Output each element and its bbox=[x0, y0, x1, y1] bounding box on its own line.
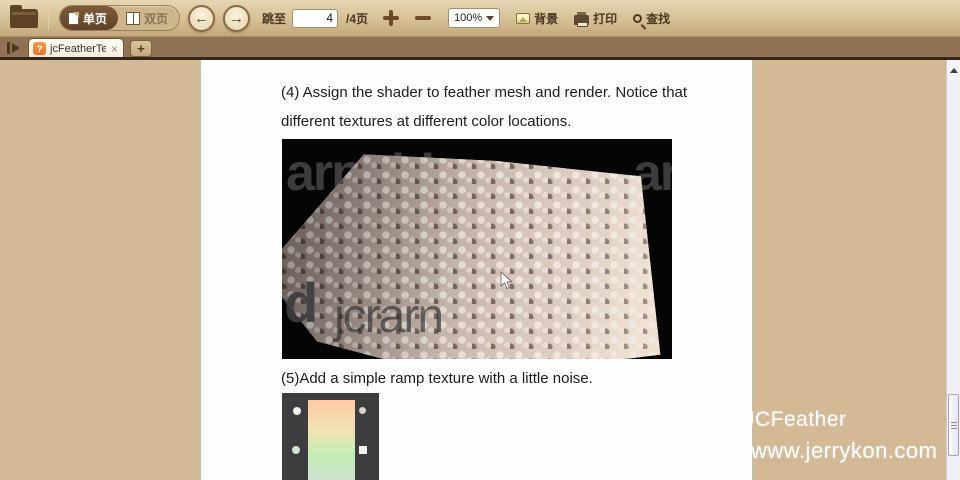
toolbar: 单页 双页 ← → 跳至 /4页 100% 背景 打印 bbox=[0, 0, 960, 37]
pdf-reader-window: 单页 双页 ← → 跳至 /4页 100% 背景 打印 bbox=[0, 0, 960, 480]
print-button[interactable]: 打印 bbox=[574, 10, 617, 27]
print-label: 打印 bbox=[593, 11, 618, 26]
arnold-watermark: d bbox=[284, 271, 318, 334]
find-button[interactable]: 查找 bbox=[633, 10, 670, 27]
arrow-left-icon: ← bbox=[194, 9, 210, 27]
scroll-up-button[interactable] bbox=[947, 60, 960, 74]
zoom-in-button[interactable] bbox=[382, 9, 400, 27]
step4-line2: different textures at different color lo… bbox=[281, 113, 572, 130]
ramp-texture-widget bbox=[282, 393, 379, 480]
double-page-label: 双页 bbox=[144, 11, 169, 26]
zoom-level-value: 100% bbox=[454, 12, 483, 24]
tab-title: jcFeatherTex... bbox=[50, 42, 106, 55]
tab-bar: ? jcFeatherTex... × + bbox=[0, 37, 960, 58]
arnold-watermark: jcrarn bbox=[334, 290, 444, 343]
page-mode-toggle: 单页 双页 bbox=[59, 5, 181, 31]
double-page-button[interactable]: 双页 bbox=[118, 6, 179, 30]
page-number-input[interactable] bbox=[292, 8, 339, 28]
next-page-button[interactable]: → bbox=[223, 4, 251, 32]
background-label: 背景 bbox=[534, 11, 559, 26]
paragraph-step5: (5)Add a simple ramp texture with a litt… bbox=[281, 370, 593, 387]
zoom-out-button[interactable] bbox=[414, 9, 432, 27]
page-total-label: /4页 bbox=[346, 11, 369, 26]
background-button[interactable]: 背景 bbox=[516, 10, 558, 27]
jump-to-label: 跳至 bbox=[262, 11, 287, 26]
paragraph-step4: (4) Assign the shader to feather mesh an… bbox=[281, 78, 711, 136]
ramp-handle-square[interactable] bbox=[359, 446, 367, 454]
search-icon bbox=[633, 13, 643, 23]
ramp-handle-dot[interactable] bbox=[292, 446, 300, 454]
ramp-handle-dot[interactable] bbox=[293, 407, 301, 415]
step4-line1: (4) Assign the shader to feather mesh an… bbox=[281, 84, 688, 101]
arrow-right-icon: → bbox=[229, 9, 245, 27]
feather-render-image: arnold ar d jcrarn bbox=[282, 139, 672, 359]
toolbar-separator bbox=[48, 6, 49, 30]
document-tab[interactable]: ? jcFeatherTex... × bbox=[28, 38, 124, 58]
single-page-icon bbox=[68, 11, 79, 25]
pdf-page: (4) Assign the shader to feather mesh an… bbox=[200, 60, 753, 480]
printer-icon bbox=[574, 11, 590, 27]
chevron-down-icon bbox=[486, 15, 495, 25]
folder-icon bbox=[10, 4, 38, 28]
sidebar-toggle-icon bbox=[7, 42, 10, 54]
scrollbar-thumb[interactable] bbox=[948, 394, 959, 456]
single-page-button[interactable]: 单页 bbox=[60, 6, 119, 30]
video-watermark-title: JCFeather bbox=[744, 408, 847, 431]
single-page-label: 单页 bbox=[83, 11, 108, 26]
zoom-level-select[interactable]: 100% bbox=[448, 8, 501, 28]
color-ramp-gradient bbox=[308, 400, 355, 480]
mouse-cursor-icon bbox=[500, 271, 513, 290]
vertical-scrollbar[interactable] bbox=[946, 60, 960, 480]
double-page-icon bbox=[126, 11, 141, 25]
previous-page-button[interactable]: ← bbox=[188, 4, 216, 32]
open-file-button[interactable] bbox=[6, 4, 38, 28]
background-icon bbox=[516, 12, 531, 24]
content-area: (4) Assign the shader to feather mesh an… bbox=[0, 60, 960, 480]
sidebar-toggle-button[interactable] bbox=[0, 38, 26, 58]
find-label: 查找 bbox=[646, 11, 671, 26]
video-watermark-url: www.jerrykon.com bbox=[751, 438, 938, 463]
new-tab-button[interactable]: + bbox=[130, 40, 152, 57]
ramp-handle-dot[interactable] bbox=[359, 407, 366, 414]
tab-close-button[interactable]: × bbox=[110, 43, 119, 55]
document-icon: ? bbox=[33, 42, 46, 55]
